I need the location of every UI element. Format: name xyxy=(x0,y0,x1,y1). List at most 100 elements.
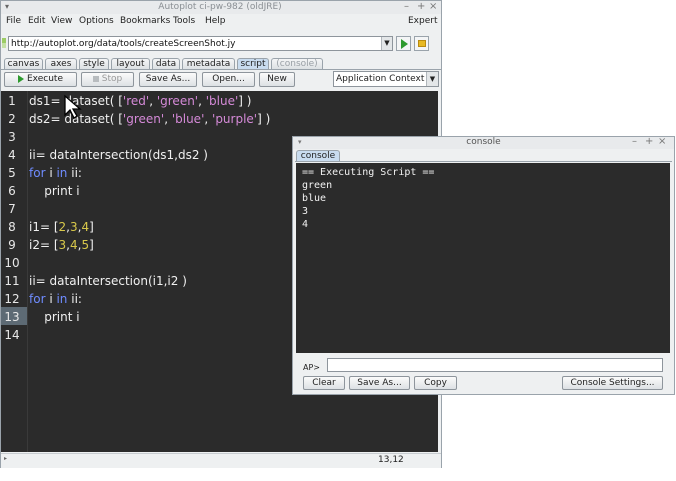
code-token: print i xyxy=(29,184,80,198)
code-token: 5 xyxy=(81,238,90,252)
stop-icon xyxy=(92,75,99,82)
execute-label: Execute xyxy=(27,74,63,84)
code-line[interactable]: ii= dataIntersection(ds1,ds2 ) xyxy=(29,146,208,164)
menu-tools[interactable]: Tools xyxy=(173,15,195,27)
code-token: i1= [ xyxy=(29,220,59,234)
close-icon[interactable]: × xyxy=(429,1,437,12)
code-line[interactable]: for i in ii: xyxy=(29,164,82,182)
code-token: ii: xyxy=(67,292,82,306)
code-token: ] xyxy=(89,238,94,252)
code-token: 'blue' xyxy=(205,94,239,108)
context-value: Application Context xyxy=(336,74,425,84)
minimize-icon[interactable]: – xyxy=(404,1,409,12)
console-output-line: green xyxy=(302,180,333,191)
code-token: i2= [ xyxy=(29,238,59,252)
code-token: i xyxy=(45,166,57,180)
menu-bookmarks[interactable]: Bookmarks xyxy=(120,15,170,27)
tab-data[interactable]: data xyxy=(152,58,180,69)
console-close-icon[interactable]: × xyxy=(658,136,666,147)
console-clear-button[interactable]: Clear xyxy=(303,376,345,390)
address-status-icon xyxy=(2,38,6,48)
status-bar xyxy=(1,453,441,468)
tab-divider xyxy=(1,69,441,70)
tab-canvas[interactable]: canvas xyxy=(4,58,43,69)
code-line[interactable]: ii= dataIntersection(i1,i2 ) xyxy=(29,272,187,290)
console-prompt: AP> xyxy=(303,363,320,372)
menu-expert[interactable]: Expert xyxy=(408,15,438,27)
console-settings-button[interactable]: Console Settings... xyxy=(562,376,663,390)
code-token: for xyxy=(29,166,46,180)
code-line[interactable]: for i in ii: xyxy=(29,290,82,308)
tab-layout[interactable]: layout xyxy=(111,58,150,69)
code-line[interactable]: print i xyxy=(29,182,80,200)
console-tab-divider xyxy=(295,161,672,162)
address-value: http://autoplot.org/data/tools/createScr… xyxy=(11,39,236,49)
code-token: ] ) xyxy=(238,94,252,108)
console-output[interactable]: == Executing Script == green blue 3 4 xyxy=(296,163,670,353)
console-maximize-icon[interactable]: + xyxy=(645,136,653,147)
console-output-line: 3 xyxy=(302,206,309,217)
code-line[interactable]: i1= [2,3,4] xyxy=(29,218,94,236)
code-token: in xyxy=(56,166,68,180)
tab-metadata[interactable]: metadata xyxy=(182,58,235,69)
code-token: ] xyxy=(89,220,94,234)
code-token: 3 xyxy=(70,220,78,234)
console-output-line: == Executing Script == xyxy=(302,167,435,178)
open-button[interactable]: Open... xyxy=(202,72,255,87)
save-as-button[interactable]: Save As... xyxy=(139,72,197,87)
console-tab[interactable]: console xyxy=(296,150,340,161)
code-token: ii= dataIntersection(ds1,ds2 ) xyxy=(29,148,208,162)
address-dropdown-icon[interactable]: ▼ xyxy=(381,37,392,50)
code-token: 4 xyxy=(81,220,90,234)
code-token: i xyxy=(45,292,57,306)
console-output-line: blue xyxy=(302,193,327,204)
menu-view[interactable]: View xyxy=(51,15,72,27)
console-save-as-button[interactable]: Save As... xyxy=(349,376,410,390)
context-dropdown-icon[interactable]: ▼ xyxy=(426,72,438,86)
code-token: ii: xyxy=(67,166,82,180)
mouse-cursor-icon xyxy=(64,94,82,119)
console-window-title: console xyxy=(466,137,501,147)
address-field[interactable]: http://autoplot.org/data/tools/createScr… xyxy=(8,36,393,51)
code-token: , xyxy=(164,112,172,126)
tab-axes[interactable]: axes xyxy=(45,58,77,69)
code-token: 'purple' xyxy=(212,112,258,126)
stop-button[interactable]: Stop xyxy=(81,72,134,87)
execute-button[interactable]: Execute xyxy=(4,72,77,87)
code-token: print i xyxy=(29,310,80,324)
code-token: in xyxy=(56,292,68,306)
bookmark-icon xyxy=(418,40,426,47)
code-token: , xyxy=(149,94,157,108)
cursor-position: 13,12 xyxy=(378,455,404,465)
code-token: 'green' xyxy=(122,112,165,126)
console-input[interactable] xyxy=(327,358,663,372)
menu-help[interactable]: Help xyxy=(205,15,226,27)
maximize-icon[interactable]: + xyxy=(417,1,425,12)
code-line[interactable]: print i xyxy=(29,308,80,326)
context-select[interactable]: Application Context ▼ xyxy=(333,71,439,87)
execute-icon xyxy=(18,74,24,83)
tab-style[interactable]: style xyxy=(79,58,109,69)
code-token: , xyxy=(198,94,206,108)
stop-label: Stop xyxy=(101,74,123,84)
go-button[interactable] xyxy=(396,36,411,51)
menu-options[interactable]: Options xyxy=(79,15,114,27)
code-token: 4 xyxy=(70,238,78,252)
window-title: Autoplot ci-pw-982 (oldJRE) xyxy=(158,2,282,12)
tab-console[interactable]: (console) xyxy=(271,58,323,69)
code-token: ] ) xyxy=(257,112,271,126)
console-minimize-icon[interactable]: – xyxy=(632,136,637,147)
menu-edit[interactable]: Edit xyxy=(28,15,45,27)
code-line[interactable]: i2= [3,4,5] xyxy=(29,236,94,254)
bookmark-button[interactable] xyxy=(414,36,429,51)
code-token: 'green' xyxy=(156,94,199,108)
play-icon xyxy=(401,39,408,49)
menu-file[interactable]: File xyxy=(6,15,21,27)
code-token: ii= dataIntersection(i1,i2 ) xyxy=(29,274,187,288)
tab-script[interactable]: script xyxy=(237,58,269,69)
status-collapse-icon[interactable]: ▸ xyxy=(4,455,7,462)
code-token: 'blue' xyxy=(171,112,205,126)
console-copy-button[interactable]: Copy xyxy=(414,376,457,390)
new-button[interactable]: New xyxy=(259,72,295,87)
code-token: , xyxy=(204,112,213,126)
